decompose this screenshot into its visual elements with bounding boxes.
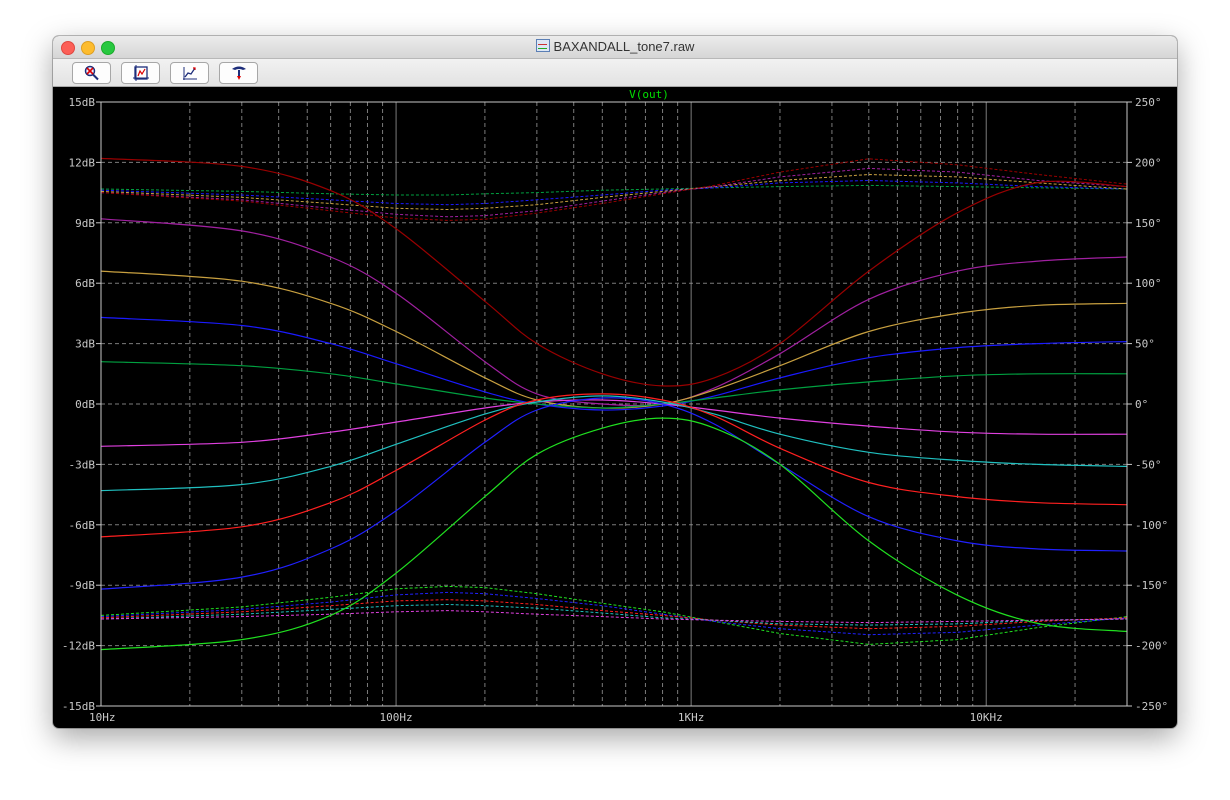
right-axis-tick-label: -250°: [1135, 700, 1168, 713]
left-axis-tick-label: 6dB: [75, 277, 95, 290]
pan-frame-icon: [132, 65, 149, 81]
right-axis-tick-label: -50°: [1135, 458, 1162, 471]
right-axis-tick-label: -100°: [1135, 519, 1168, 532]
bode-chart[interactable]: V(out) 15dB 12dB 9dB 6dB 3dB 0dB -3dB -6dB -9dB -1…: [53, 87, 1177, 728]
cursor-probe-button[interactable]: [219, 62, 258, 84]
x-axis-tick-label: 10Hz: [89, 711, 116, 724]
right-axis-tick-label: 0°: [1135, 398, 1148, 411]
left-axis-tick-label: 15dB: [69, 96, 96, 109]
right-axis-tick-label: 150°: [1135, 217, 1162, 230]
chart-title: V(out): [629, 88, 669, 101]
right-axis-tick-label: 200°: [1135, 156, 1162, 169]
toolbar: [53, 59, 1177, 87]
title-bar[interactable]: BAXANDALL_tone7.raw: [53, 36, 1177, 59]
left-axis-tick-label: 0dB: [75, 398, 95, 411]
window-title: BAXANDALL_tone7.raw: [553, 39, 695, 54]
x-axis-tick-label: 10KHz: [970, 711, 1003, 724]
x-axis-tick-label: 100Hz: [380, 711, 413, 724]
left-axis-tick-label: 12dB: [69, 156, 96, 169]
waveform-file-icon: [535, 39, 550, 52]
right-axis-tick-label: 100°: [1135, 277, 1162, 290]
autorange-button[interactable]: [170, 62, 209, 84]
autorange-icon: [182, 67, 197, 80]
x-axis-tick-label: 1KHz: [678, 711, 705, 724]
left-axis-tick-label: -3dB: [69, 458, 96, 471]
window-title-area: BAXANDALL_tone7.raw: [53, 39, 1177, 54]
probe-icon: [231, 66, 246, 80]
pan-plot-button[interactable]: [121, 62, 160, 84]
right-axis-tick-label: -150°: [1135, 579, 1168, 592]
plot-window: BAXANDALL_tone7.raw V(out) 15dB 12dB 9dB…: [53, 36, 1177, 728]
left-axis-tick-label: -12dB: [62, 640, 95, 653]
left-axis-tick-label: -9dB: [69, 579, 96, 592]
plot-area[interactable]: V(out) 15dB 12dB 9dB 6dB 3dB 0dB -3dB -6dB -9dB -1…: [53, 87, 1177, 728]
right-axis-tick-label: 50°: [1135, 338, 1155, 351]
left-axis-tick-label: 9dB: [75, 217, 95, 230]
left-axis-tick-label: -6dB: [69, 519, 96, 532]
zoom-full-extents-button[interactable]: [72, 62, 111, 84]
left-axis-tick-label: 3dB: [75, 338, 95, 351]
right-axis-tick-label: 250°: [1135, 96, 1162, 109]
right-axis-tick-label: -200°: [1135, 640, 1168, 653]
magnifier-cross-icon: [84, 65, 99, 81]
